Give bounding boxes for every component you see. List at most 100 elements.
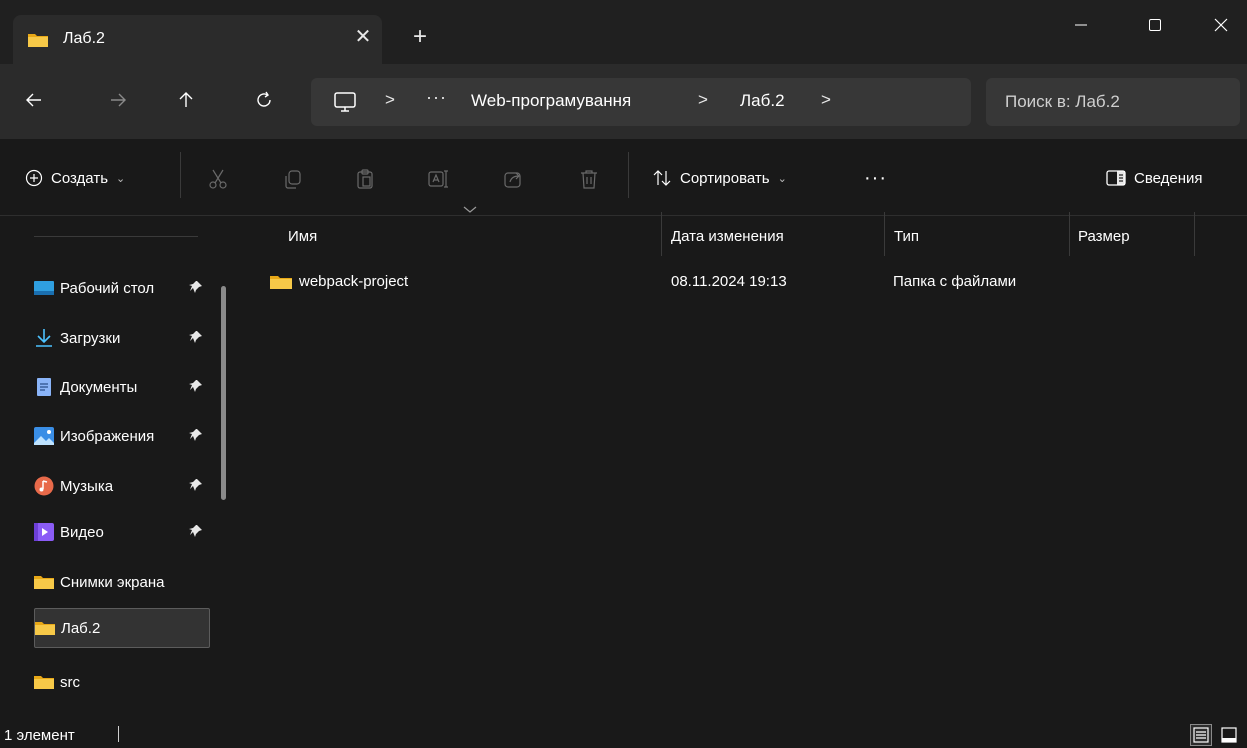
more-options-button[interactable]: ··· [864,163,887,193]
status-bar: 1 элемент [0,718,1247,748]
sidebar-item-lab2[interactable]: Лаб.2 [34,608,210,648]
sort-button[interactable]: Сортировать ⌄ [652,163,787,193]
back-button[interactable] [20,86,48,114]
chevron-down-icon: ⌄ [116,172,126,185]
command-bar: Создать ⌄ Сортировать ⌄ ··· Сведения [0,139,1247,216]
sidebar-item-src[interactable]: src [34,662,210,702]
file-row[interactable]: webpack-project 08.11.2024 19:13 Папка с… [256,266,1186,300]
breadcrumb-lab2[interactable]: Лаб.2 [740,91,785,111]
desktop-icon [34,278,54,298]
share-button[interactable] [500,166,526,192]
document-icon [34,377,54,397]
rename-button[interactable] [425,166,451,192]
sidebar-item-label: Рабочий стол [60,279,155,297]
breadcrumb-separator[interactable]: > [385,90,395,110]
image-icon [34,426,54,446]
maximize-icon [1149,19,1161,31]
computer-icon[interactable] [333,90,357,118]
pin-icon[interactable] [189,478,203,496]
plus-circle-icon [25,169,43,187]
file-date: 08.11.2024 19:13 [671,273,787,290]
paste-icon [357,169,373,189]
column-header-name[interactable]: Имя [256,216,660,258]
new-tab-button[interactable]: + [407,24,433,50]
tab-close-icon[interactable]: ✕ [351,25,375,49]
toolbar-divider [628,152,629,198]
address-bar[interactable]: > ··· Web-програмування > Лаб.2 > [311,78,971,126]
sidebar-scrollbar[interactable] [221,286,226,500]
search-input[interactable] [986,78,1240,126]
title-bar: Лаб.2 ✕ + [0,0,1247,64]
minimize-icon [1075,24,1087,26]
up-button[interactable] [172,86,200,114]
details-pane-button[interactable]: Сведения [1106,163,1203,193]
scissors-icon [209,169,227,189]
close-window-button[interactable] [1198,0,1244,50]
file-type: Папка с файлами [893,273,1017,290]
column-divider[interactable] [1194,212,1195,256]
large-icons-view-button[interactable] [1218,724,1240,746]
close-icon [1214,18,1228,32]
sidebar-item-videos[interactable]: Видео [34,512,210,552]
sidebar-item-desktop[interactable]: Рабочий стол [34,268,210,308]
maximize-button[interactable] [1132,0,1178,50]
create-button[interactable]: Создать ⌄ [25,163,125,193]
pin-icon[interactable] [189,524,203,542]
sort-caret-icon [463,206,477,213]
folder-icon [35,618,55,638]
sidebar-item-label: Загрузки [60,329,121,347]
sort-label: Сортировать [680,169,770,187]
breadcrumb-overflow-button[interactable]: ··· [426,87,447,108]
pin-icon[interactable] [189,428,203,446]
refresh-button[interactable] [250,86,278,114]
rename-icon [428,170,448,188]
copy-icon [285,170,301,189]
cut-button[interactable] [205,166,231,192]
column-header-type[interactable]: Тип [885,216,1069,258]
paste-button[interactable] [352,166,378,192]
trash-icon [581,170,597,189]
refresh-icon [257,91,271,107]
sidebar-item-pictures[interactable]: Изображения [34,416,210,456]
sidebar-item-documents[interactable]: Документы [34,367,210,407]
share-icon [504,172,521,188]
list-view-icon [1193,727,1209,743]
copy-button[interactable] [280,166,306,192]
navigation-pane: Рабочий стол Загрузки Документы Изображе… [0,216,240,718]
folder-icon [34,572,54,592]
pin-icon[interactable] [189,379,203,397]
column-label: Имя [288,228,318,245]
folder-icon [270,274,292,294]
breadcrumb-separator[interactable]: > [698,90,708,110]
pin-icon[interactable] [189,280,203,298]
file-name: webpack-project [299,273,409,290]
delete-button[interactable] [576,166,602,192]
column-label: Дата изменения [671,228,784,245]
sidebar-item-label: Снимки экрана [60,573,165,591]
minimize-button[interactable] [1058,0,1104,50]
sidebar-item-downloads[interactable]: Загрузки [34,318,210,358]
column-header-date[interactable]: Дата изменения [662,216,884,258]
sidebar-item-label: src [60,673,80,691]
folder-icon [34,672,54,692]
download-icon [34,328,54,348]
sort-arrows-icon [653,170,671,186]
search-box[interactable] [986,78,1240,126]
breadcrumb-separator[interactable]: > [821,90,831,110]
tab-title: Лаб.2 [63,30,105,47]
music-icon [34,476,54,496]
forward-button[interactable] [104,86,132,114]
sidebar-item-music[interactable]: Музыка [34,466,210,506]
chevron-down-icon: ⌄ [777,172,787,185]
sidebar-item-label: Документы [60,378,138,396]
create-label: Создать [51,169,109,187]
details-view-button[interactable] [1190,724,1212,746]
breadcrumb-web-programming[interactable]: Web-програмування [471,91,631,111]
arrow-left-icon [26,93,41,107]
navigation-bar: > ··· Web-програмування > Лаб.2 > [0,64,1247,139]
column-header-size[interactable]: Размер [1070,216,1194,258]
sidebar-item-screenshots[interactable]: Снимки экрана [34,562,210,602]
arrow-up-icon [179,92,193,107]
tab-lab2[interactable]: Лаб.2 ✕ [13,15,382,64]
pin-icon[interactable] [189,330,203,348]
